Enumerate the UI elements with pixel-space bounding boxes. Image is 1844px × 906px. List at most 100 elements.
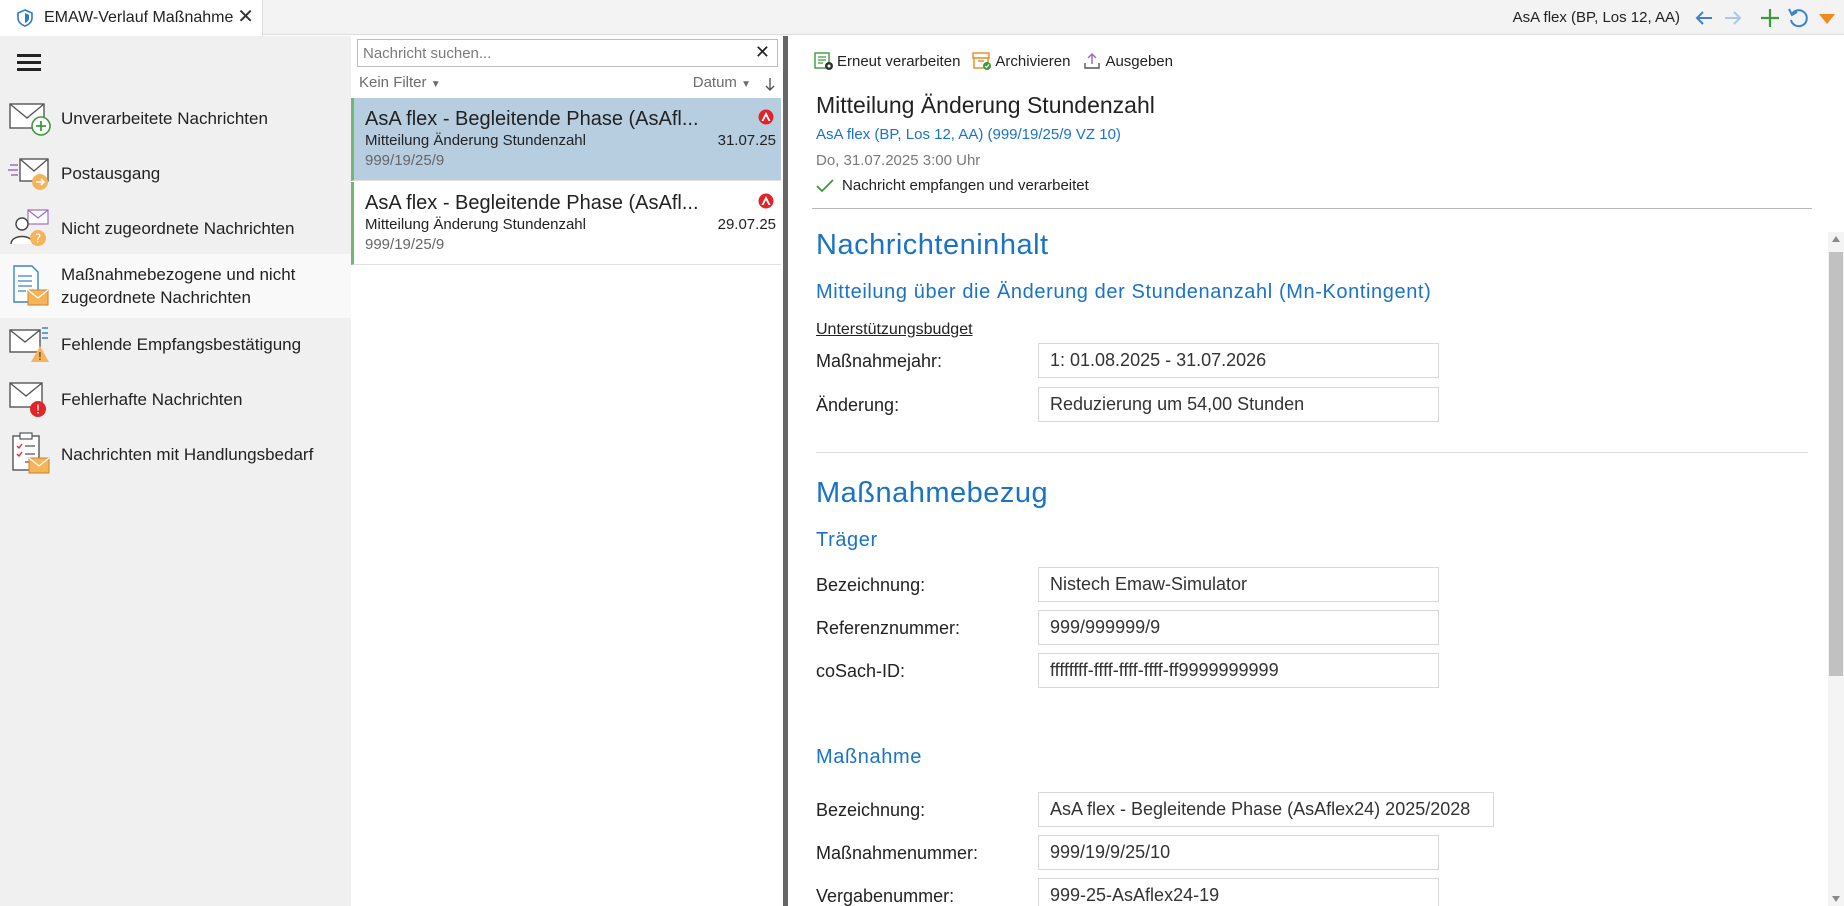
field-label: Bezeichnung: [816, 575, 926, 595]
sort-direction-icon[interactable] [763, 74, 777, 94]
field-label: Bezeichnung: [816, 800, 926, 820]
sidebar-item-nicht-zugeordnet[interactable]: ? Nicht zugeordnete Nachrichten [0, 200, 351, 256]
close-icon[interactable]: ✕ [237, 7, 254, 27]
scrollbar-thumb[interactable] [1829, 252, 1843, 676]
message-list-pane: ✕ Kein Filter ▼ Datum ▼ AsA flex - Begle… [351, 36, 783, 906]
agency-logo-icon [758, 193, 774, 209]
field-label: Maßnahmenummer: [816, 843, 979, 863]
field-value: Nistech Emaw-Simulator [1038, 567, 1439, 602]
filter-label: Kein Filter [359, 74, 427, 91]
export-label: Ausgeben [1105, 52, 1173, 70]
sidebar-item-label: Unverarbeitete Nachrichten [61, 108, 268, 128]
sidebar-item-label: Nachrichten mit Handlungsbedarf [61, 444, 314, 464]
sidebar-item-postausgang[interactable]: Postausgang [0, 145, 351, 201]
svg-text:!: ! [38, 350, 42, 363]
checkmark-icon [816, 178, 834, 192]
detail-toolbar: Erneut verarbeiten Archivieren Ausgeben [814, 50, 1185, 72]
field-label: Vergabenummer: [816, 886, 955, 906]
sidebar-item-unverarbeitet[interactable]: Unverarbeitete Nachrichten [0, 90, 351, 146]
list-item[interactable]: AsA flex - Begleitende Phase (AsAfl... M… [351, 98, 781, 181]
sidebar-item-massnahmebezogen[interactable]: Maßnahmebezogene und nicht zugeordnete N… [0, 254, 351, 318]
scroll-down-icon[interactable] [1832, 896, 1840, 902]
dropdown-triangle-icon[interactable] [1815, 6, 1839, 30]
sidebar-item-label: Fehlende Empfangsbestätigung [61, 334, 302, 354]
field-label: Referenznummer: [816, 618, 961, 638]
clear-search-icon[interactable]: ✕ [755, 42, 770, 63]
tab-emaw-verlauf[interactable]: EMAW-Verlauf Maßnahme ✕ [0, 0, 263, 36]
filter-dropdown[interactable]: Kein Filter ▼ [359, 74, 441, 91]
field-value: 999/19/9/25/10 [1038, 835, 1439, 870]
group-heading: Unterstützungsbudget [816, 321, 973, 338]
message-id: 999/19/25/9 [365, 152, 445, 169]
detail-pane: Erneut verarbeiten Archivieren Ausgeben … [788, 36, 1844, 906]
sidebar-item-label: Maßnahmebezogene und nicht zugeordnete N… [61, 265, 296, 307]
sidebar-item-label: Fehlerhafte Nachrichten [61, 389, 243, 409]
forward-arrow-icon[interactable] [1721, 6, 1745, 30]
chevron-down-icon: ▼ [430, 79, 441, 90]
sort-label: Datum [692, 74, 737, 91]
archive-button[interactable]: Archivieren [972, 51, 1070, 71]
scroll-up-icon[interactable] [1832, 236, 1840, 242]
list-item[interactable]: AsA flex - Begleitende Phase (AsAfl... M… [351, 182, 781, 265]
search-box: ✕ [357, 39, 778, 67]
field-value: ffffffff-ffff-ffff-ffff-ff9999999999 [1038, 653, 1439, 688]
back-arrow-icon[interactable] [1692, 6, 1716, 30]
subsection-heading: Träger [816, 529, 878, 551]
vertical-scrollbar[interactable] [1828, 232, 1844, 906]
envelope-warning-icon: ! [9, 327, 49, 363]
field-value: Reduzierung um 54,00 Stunden [1038, 387, 1439, 422]
sidebar: Unverarbeitete Nachrichten Postausgang ?… [0, 36, 351, 906]
reprocess-button[interactable]: Erneut verarbeiten [814, 51, 960, 71]
divider [816, 452, 1808, 453]
field-value: 999-25-AsAflex24-19 [1038, 878, 1439, 906]
archive-icon [972, 52, 992, 70]
sidebar-item-fehlerhafte-nachrichten[interactable]: ! Fehlerhafte Nachrichten [0, 371, 351, 427]
outbox-icon [8, 158, 49, 190]
status-text: Nachricht empfangen und verarbeitet [842, 177, 1089, 194]
message-content-scroll[interactable]: Nachrichteninhalt Mitteilung über die Än… [788, 209, 1844, 906]
message-title: AsA flex - Begleitende Phase (AsAfl... [365, 108, 699, 130]
message-subject: Mitteilung Änderung Stundenzahl [365, 132, 586, 149]
message-id: 999/19/25/9 [365, 236, 445, 253]
sort-dropdown[interactable]: Datum ▼ [693, 74, 751, 91]
person-question-icon: ? [10, 209, 49, 246]
field-label: Änderung: [816, 395, 900, 415]
section-heading: Nachrichteninhalt [816, 229, 1049, 261]
sidebar-item-label: Nicht zugeordnete Nachrichten [61, 218, 295, 238]
sidebar-item-label: Postausgang [61, 163, 161, 183]
shield-icon [17, 9, 33, 27]
field-label: Maßnahmejahr: [816, 351, 943, 371]
archive-label: Archivieren [995, 52, 1071, 70]
export-button[interactable]: Ausgeben [1082, 51, 1173, 71]
reprocess-icon [814, 52, 833, 70]
field-value: 1: 01.08.2025 - 31.07.2026 [1038, 343, 1439, 378]
filter-bar: Kein Filter ▼ Datum ▼ [359, 74, 781, 96]
tab-bar: EMAW-Verlauf Maßnahme ✕ AsA flex (BP, Lo… [0, 0, 1844, 36]
message-date: 29.07.25 [717, 216, 776, 233]
hamburger-menu-icon[interactable] [17, 54, 41, 74]
upload-icon [1084, 52, 1101, 69]
refresh-icon[interactable] [1786, 6, 1810, 30]
add-icon[interactable] [1758, 6, 1782, 30]
section-heading: Maßnahmebezug [816, 477, 1049, 509]
search-input[interactable] [358, 40, 738, 66]
reprocess-label: Erneut verarbeiten [837, 52, 961, 70]
message-title: AsA flex - Begleitende Phase (AsAfl... [365, 192, 699, 214]
subsection-heading: Mitteilung über die Änderung der Stunden… [816, 281, 1432, 303]
subsection-heading: Maßnahme [816, 746, 922, 768]
sidebar-item-fehlende-empfangsbestaetigung[interactable]: ! Fehlende Empfangsbestätigung [0, 316, 351, 372]
envelope-plus-icon [9, 103, 51, 136]
measure-link[interactable]: AsA flex (BP, Los 12, AA) (999/19/25/9 V… [816, 126, 1121, 143]
field-value: 999/999999/9 [1038, 610, 1439, 645]
svg-text:?: ? [35, 232, 41, 246]
message-subject: Mitteilung Änderung Stundenzahl [365, 216, 586, 233]
sidebar-item-handlungsbedarf[interactable]: Nachrichten mit Handlungsbedarf [0, 426, 351, 482]
envelope-error-icon: ! [9, 382, 46, 417]
field-value: AsA flex - Begleitende Phase (AsAflex24)… [1038, 792, 1494, 827]
status-line: Nachricht empfangen und verarbeitet [816, 177, 1089, 194]
clipboard-envelope-icon [12, 432, 50, 474]
context-label: AsA flex (BP, Los 12, AA) [1512, 9, 1680, 26]
chevron-down-icon: ▼ [741, 79, 751, 90]
message-title: Mitteilung Änderung Stundenzahl [816, 92, 1155, 118]
message-timestamp: Do, 31.07.2025 3:00 Uhr [816, 152, 981, 169]
